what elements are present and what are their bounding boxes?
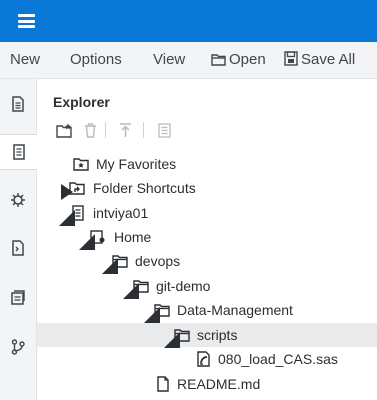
folder-shortcut-icon bbox=[69, 182, 85, 195]
explorer-title: Explorer bbox=[53, 94, 110, 110]
rail-tasks-button[interactable] bbox=[0, 280, 36, 314]
explorer-server-icon bbox=[12, 144, 25, 160]
favorites-folder-icon bbox=[73, 158, 89, 171]
open-button[interactable]: Open bbox=[211, 51, 266, 68]
file-icon bbox=[157, 376, 169, 392]
options-menu[interactable]: Options bbox=[70, 51, 122, 68]
settings-gear-icon bbox=[11, 193, 25, 207]
tree-item-label: intviya01 bbox=[93, 205, 149, 221]
sas-program-icon bbox=[197, 351, 210, 367]
save-all-label: Save All bbox=[301, 51, 356, 68]
tree-item-label: Home bbox=[114, 229, 152, 245]
menu-bar: New Options View Open Save All bbox=[0, 42, 377, 79]
tree-item-folder-shortcuts[interactable]: Folder Shortcuts bbox=[37, 176, 377, 200]
tree-item-devops[interactable]: devops bbox=[37, 249, 377, 274]
left-navigation-rail bbox=[0, 79, 37, 400]
save-all-button[interactable]: Save All bbox=[284, 51, 355, 68]
tree-item-label: Folder Shortcuts bbox=[93, 180, 196, 196]
document-icon bbox=[12, 96, 24, 112]
upload-arrow-icon bbox=[119, 122, 131, 137]
tree-item-label: scripts bbox=[197, 327, 238, 343]
open-folder-icon bbox=[211, 54, 226, 66]
tree-item-label: Data-Management bbox=[177, 302, 293, 318]
tree-item-scripts[interactable]: scripts bbox=[37, 323, 377, 348]
server-icon bbox=[72, 205, 84, 221]
new-folder-button[interactable] bbox=[55, 121, 73, 139]
tree-item-label: 080_load_CAS.sas bbox=[218, 351, 338, 367]
tree-item-readme[interactable]: README.md bbox=[37, 372, 377, 396]
toolbar-divider bbox=[105, 122, 106, 138]
folder-icon bbox=[154, 304, 170, 317]
rail-open-item-button[interactable] bbox=[0, 87, 36, 121]
properties-list-icon bbox=[157, 122, 171, 138]
new-menu[interactable]: New bbox=[10, 51, 40, 68]
git-branch-icon bbox=[11, 339, 25, 355]
snippet-document-icon bbox=[12, 240, 24, 256]
delete-button[interactable] bbox=[81, 121, 99, 139]
tree-item-label: README.md bbox=[177, 376, 261, 392]
rail-snippets-button[interactable] bbox=[0, 231, 36, 265]
new-folder-icon bbox=[55, 123, 72, 138]
home-folder-icon bbox=[90, 230, 105, 244]
tree-item-home[interactable]: Home bbox=[37, 225, 377, 250]
rail-libraries-button[interactable] bbox=[0, 183, 36, 217]
explorer-panel: Explorer My Favorites Folder Shortcuts i… bbox=[37, 79, 377, 400]
open-label: Open bbox=[229, 51, 266, 68]
tree-item-git-demo[interactable]: git-demo bbox=[37, 274, 377, 299]
tree-item-intviya01[interactable]: intviya01 bbox=[37, 201, 377, 226]
tree-item-my-favorites[interactable]: My Favorites bbox=[37, 152, 377, 176]
tree-item-080-load-cas[interactable]: 080_load_CAS.sas bbox=[37, 347, 377, 371]
rail-explorer-button[interactable] bbox=[0, 134, 37, 170]
folder-icon bbox=[133, 280, 149, 293]
tree-item-label: git-demo bbox=[156, 278, 211, 294]
folder-icon bbox=[174, 329, 190, 342]
save-all-icon bbox=[284, 51, 298, 66]
folder-icon bbox=[112, 255, 128, 268]
tree-item-label: devops bbox=[135, 253, 181, 269]
trash-icon bbox=[84, 122, 96, 138]
view-menu[interactable]: View bbox=[153, 51, 185, 68]
rail-git-button[interactable] bbox=[0, 330, 36, 364]
tree-item-data-management[interactable]: Data-Management bbox=[37, 298, 377, 323]
app-header bbox=[0, 0, 377, 42]
properties-button[interactable] bbox=[155, 121, 173, 139]
upload-button[interactable] bbox=[116, 121, 134, 139]
toolbar-divider bbox=[143, 122, 144, 138]
hamburger-menu-icon[interactable] bbox=[18, 14, 35, 28]
stacked-documents-icon bbox=[11, 290, 25, 305]
tree-item-label: My Favorites bbox=[96, 156, 177, 172]
